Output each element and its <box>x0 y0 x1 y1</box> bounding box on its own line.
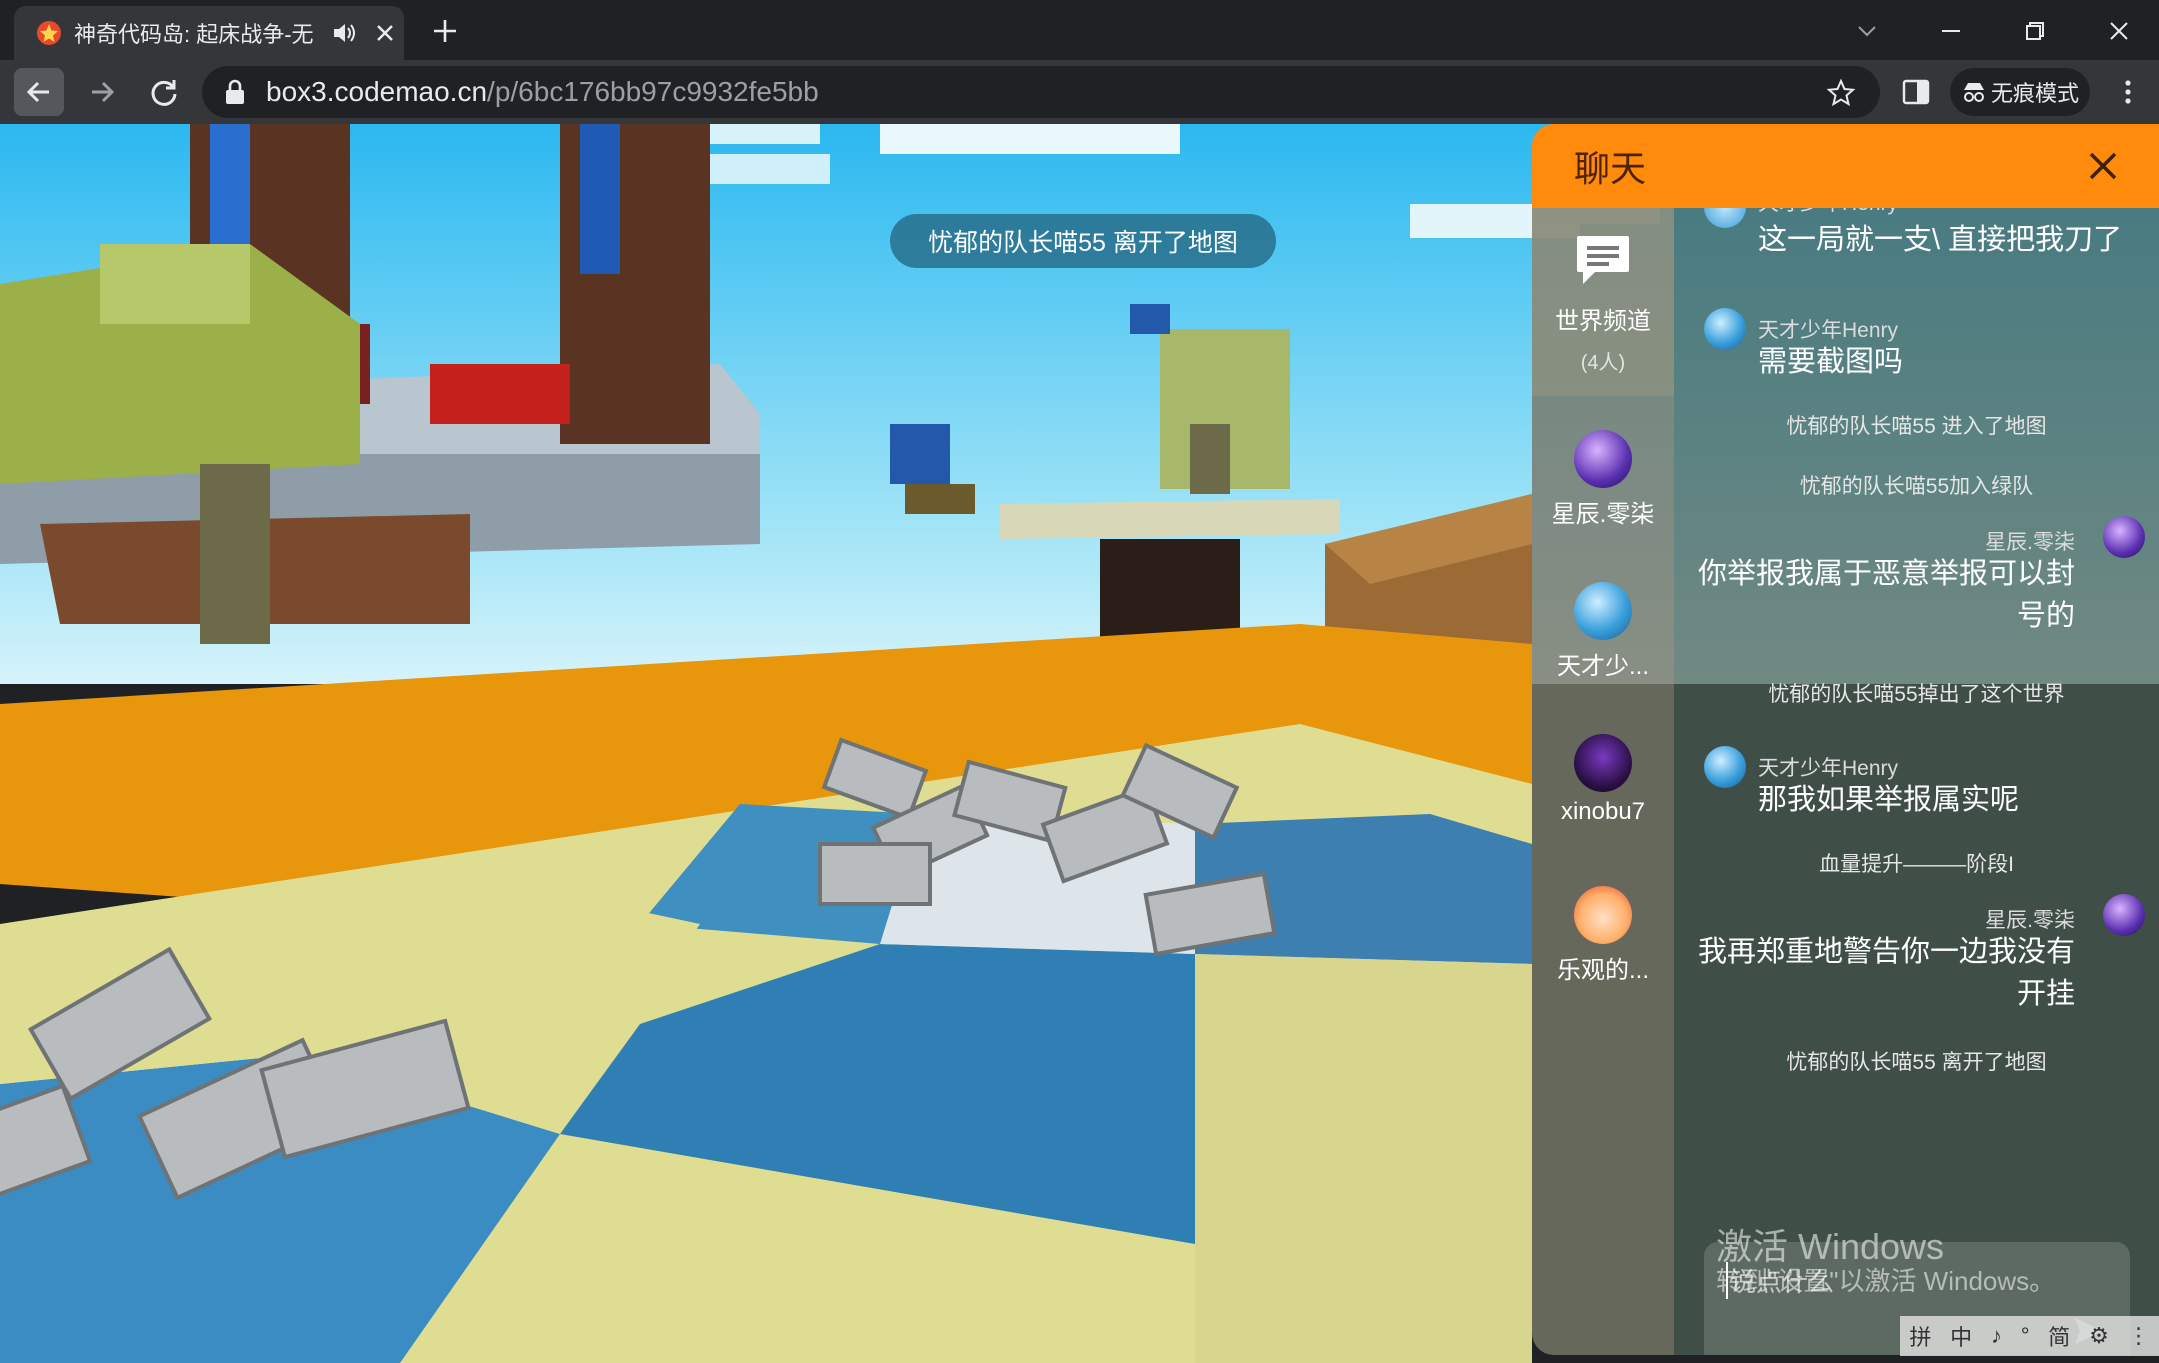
address-bar[interactable]: box3.codemao.cn/p/6bc176bb97c9932fe5bb <box>202 66 1880 118</box>
codemao-favicon-icon <box>37 21 61 45</box>
avatar-blue-sphere <box>1574 582 1632 640</box>
side-panel-icon[interactable] <box>1898 74 1934 110</box>
message-text-line2: 开挂 <box>2016 978 2075 1010</box>
message-text: 这一局就一支\ 直接把我刀了 <box>1758 224 2123 256</box>
chat-messages: 天才少年Henry 这一局就一支\ 直接把我刀了 天才少年Henry 需要截图吗… <box>1674 208 2159 1355</box>
tab-strip: 神奇代码岛: 起床战争-无 <box>0 0 2159 60</box>
system-message: 血量提升———阶段I <box>1819 853 2014 876</box>
ime-item[interactable]: 拼 <box>1909 1320 1931 1352</box>
ime-item[interactable]: ⚙ <box>2089 1323 2109 1349</box>
chat-close-icon[interactable] <box>2085 148 2121 184</box>
message-sender: 星辰.零柒 <box>1985 909 2075 932</box>
channel-tiancai-label: 天才少... <box>1556 653 1649 680</box>
system-message: 忧郁的队长喵55加入绿队 <box>1799 475 2034 498</box>
game-toast: 忧郁的队长喵55 离开了地图 <box>890 214 1276 268</box>
ime-item[interactable]: 中 <box>1950 1320 1972 1352</box>
channel-leguan-label: 乐观的... <box>1556 957 1649 984</box>
channel-world-count: (4人) <box>1580 352 1626 374</box>
message-sender: 天才少年Henry <box>1758 208 1898 216</box>
message-sender: 星辰.零柒 <box>1985 531 2075 554</box>
minimize-icon[interactable] <box>1936 16 1966 46</box>
avatar-purple-planet <box>2103 516 2145 558</box>
chat-title: 聊天 <box>1574 148 1647 189</box>
avatar-purple-planet <box>1574 430 1632 488</box>
back-button[interactable] <box>14 68 64 116</box>
avatar-dark-character <box>1574 734 1632 792</box>
ime-item[interactable]: 简 <box>2048 1320 2070 1352</box>
browser-toolbar: box3.codemao.cn/p/6bc176bb97c9932fe5bb 无… <box>0 60 2159 124</box>
message-text-line2: 号的 <box>2016 600 2075 632</box>
avatar-blue-sphere <box>1704 746 1746 788</box>
browser-tab[interactable]: 神奇代码岛: 起床战争-无 <box>14 6 404 60</box>
avatar-anime-girl <box>1574 886 1632 944</box>
avatar-blue-sphere <box>1704 208 1746 228</box>
message-text: 那我如果举报属实呢 <box>1758 784 2020 816</box>
tab-search-chevron-icon[interactable] <box>1852 16 1882 46</box>
incognito-label: 无痕模式 <box>1990 81 2079 106</box>
forward-button[interactable] <box>84 74 120 110</box>
bookmark-star-icon[interactable] <box>1826 78 1856 108</box>
channel-xinobu7-label: xinobu7 <box>1560 798 1646 825</box>
reload-button[interactable] <box>146 74 182 110</box>
channel-world[interactable]: 世界频道 (4人) <box>1532 230 1674 375</box>
incognito-indicator[interactable]: 无痕模式 <box>1950 68 2090 116</box>
channel-xingchen-label: 星辰.零柒 <box>1551 501 1655 528</box>
message-sender: 天才少年Henry <box>1758 757 1899 780</box>
tab-close-icon[interactable] <box>374 22 396 44</box>
system-message: 忧郁的队长喵55 离开了地图 <box>1786 1051 2047 1074</box>
windows-activation-subtitle: 转到"设置"以激活 Windows。 <box>1716 1266 2056 1296</box>
channel-xingchen[interactable]: 星辰.零柒 <box>1532 430 1674 529</box>
message-text: 需要截图吗 <box>1758 346 1904 378</box>
url-host: box3.codemao.cn <box>266 76 488 107</box>
channel-world-label: 世界频道 <box>1555 308 1651 335</box>
menu-kebab-icon[interactable] <box>2110 74 2146 110</box>
message-text-line1: 你举报我属于恶意举报可以封 <box>1697 558 2075 590</box>
ime-item[interactable]: ⋮ <box>2128 1323 2150 1349</box>
system-message: 忧郁的队长喵55掉出了这个世界 <box>1768 683 2065 706</box>
avatar-purple-planet <box>2103 894 2145 936</box>
window-close-icon[interactable] <box>2104 16 2134 46</box>
message-sender: 天才少年Henry <box>1758 319 1899 342</box>
restore-icon[interactable] <box>2020 16 2050 46</box>
arrow-left-icon <box>26 81 49 103</box>
ime-item[interactable]: ° <box>2021 1323 2030 1349</box>
ime-toolbar[interactable]: 拼 中 ♪ ° 简 ⚙ ⋮ <box>1900 1316 2159 1356</box>
chat-channel-list: 世界频道 (4人) 星辰.零柒 天才少... xinobu7 乐观的... <box>1532 208 1674 1355</box>
channel-leguan[interactable]: 乐观的... <box>1532 886 1674 985</box>
game-viewport[interactable]: 忧郁的队长喵55 离开了地图 聊天 世界频道 (4人) 星辰.零柒 天才少...… <box>0 124 2159 1363</box>
avatar-blue-sphere <box>1704 308 1746 350</box>
system-message: 忧郁的队长喵55 进入了地图 <box>1786 415 2047 438</box>
url-path: /p/6bc176bb97c9932fe5bb <box>487 76 819 107</box>
channel-tiancai[interactable]: 天才少... <box>1532 582 1674 681</box>
chat-bubble-icon <box>1577 236 1629 284</box>
message-text-line1: 我再郑重地警告你一边我没有 <box>1697 936 2075 968</box>
speaker-icon[interactable] <box>330 19 358 47</box>
chat-header: 聊天 <box>1532 124 2159 208</box>
ime-item[interactable]: ♪ <box>1991 1323 2002 1349</box>
tab-title: 神奇代码岛: 起床战争-无 <box>74 22 314 47</box>
new-tab-icon[interactable] <box>430 16 460 46</box>
incognito-icon <box>1963 83 1984 102</box>
channel-xinobu7[interactable]: xinobu7 <box>1532 734 1674 826</box>
lock-icon[interactable] <box>224 79 246 105</box>
chat-panel: 聊天 世界频道 (4人) 星辰.零柒 天才少... xinobu7 乐观的...… <box>1532 124 2159 1355</box>
